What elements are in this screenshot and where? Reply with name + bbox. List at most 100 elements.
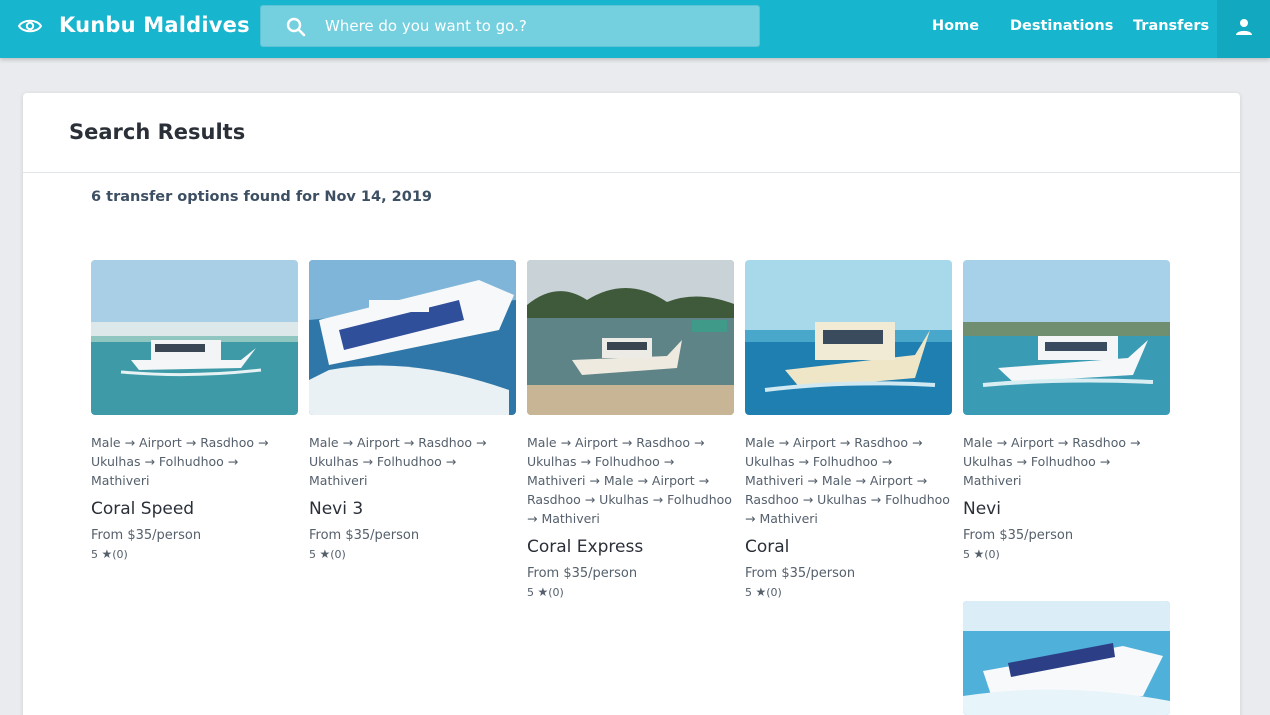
route-stop: Mathiveri	[91, 473, 150, 488]
rating: 5 ★(0)	[745, 585, 952, 599]
rating-value: 5	[527, 586, 534, 599]
nav-destinations[interactable]: Destinations	[1010, 18, 1113, 34]
rating-value: 5	[91, 548, 98, 561]
boat-name[interactable]: Nevi	[963, 499, 1170, 519]
eye-icon	[18, 19, 42, 33]
nav-transfers[interactable]: Transfers	[1133, 18, 1209, 34]
user-menu-button[interactable]	[1217, 0, 1270, 58]
arrow-right-icon: →	[1126, 435, 1141, 450]
transfer-card[interactable]	[963, 601, 1170, 715]
boat-name[interactable]: Coral Express	[527, 537, 734, 557]
arrow-right-icon: →	[527, 511, 542, 526]
transfer-card[interactable]: Male → Airport → Rasdhoo → Ukulhas → Fol…	[527, 260, 734, 599]
nav-home[interactable]: Home	[932, 18, 979, 34]
price: From $35/person	[745, 566, 856, 581]
boat-photo[interactable]	[91, 260, 298, 415]
review-count: (0)	[548, 586, 564, 599]
boat-photo[interactable]	[963, 601, 1170, 715]
rating-value: 5	[309, 548, 316, 561]
transfer-card[interactable]: Male → Airport → Rasdhoo → Ukulhas → Fol…	[91, 260, 298, 561]
route-stop: Ukulhas	[963, 454, 1013, 469]
route-stop: Folhudhoo	[885, 492, 950, 507]
route-stop: Mathiveri	[745, 473, 804, 488]
rating-value: 5	[963, 548, 970, 561]
route-stop: Folhudhoo	[812, 454, 878, 469]
route-stop: Rasdhoo	[200, 435, 254, 450]
route-stop: Ukulhas	[599, 492, 649, 507]
boat-photo[interactable]	[527, 260, 734, 415]
arrow-right-icon: →	[803, 473, 822, 488]
boat-name[interactable]: Coral	[745, 537, 952, 557]
arrow-right-icon: →	[441, 454, 457, 469]
arrow-right-icon: →	[877, 454, 893, 469]
route-stop: Mathiveri	[759, 511, 818, 526]
top-navigation-bar: Kunbu Maldives Home Destinations Transfe…	[0, 0, 1270, 58]
star-icon: ★	[319, 547, 331, 561]
star-icon: ★	[537, 585, 549, 599]
route-stop: Ukulhas	[745, 454, 795, 469]
boat-name[interactable]: Nevi 3	[309, 499, 516, 519]
arrow-right-icon: →	[690, 435, 705, 450]
review-count: (0)	[984, 548, 1000, 561]
route-stop: Folhudhoo	[158, 454, 224, 469]
route-stop: Ukulhas	[91, 454, 141, 469]
arrow-right-icon: →	[1053, 435, 1073, 450]
star-icon: ★	[755, 585, 767, 599]
search-input[interactable]	[325, 6, 745, 46]
price: From $35/person	[91, 528, 202, 543]
route-stop: Airport	[357, 435, 400, 450]
search-icon[interactable]	[285, 16, 307, 38]
arrow-right-icon: →	[1095, 454, 1111, 469]
brand-name[interactable]: Kunbu Maldives	[59, 13, 250, 37]
arrow-right-icon: →	[992, 435, 1012, 450]
panel-header: Search Results	[23, 93, 1240, 173]
boat-photo[interactable]	[309, 260, 516, 415]
route-stop: Male	[745, 435, 775, 450]
arrow-right-icon: →	[912, 473, 928, 488]
route-stop: Airport	[139, 435, 182, 450]
route-stop: Mathiveri	[963, 473, 1022, 488]
arrow-right-icon: →	[254, 435, 269, 450]
rating: 5 ★(0)	[963, 547, 1170, 561]
arrow-right-icon: →	[223, 454, 239, 469]
arrow-right-icon: →	[794, 454, 813, 469]
arrow-right-icon: →	[556, 435, 576, 450]
route-stop: Folhudhoo	[594, 454, 660, 469]
transfer-card[interactable]: Male → Airport → Rasdhoo → Ukulhas → Fol…	[309, 260, 516, 561]
route-stop: Ukulhas	[817, 492, 867, 507]
review-count: (0)	[330, 548, 346, 561]
route-stop: Airport	[575, 435, 618, 450]
route-stop: Airport	[1011, 435, 1054, 450]
route-stop: Male	[963, 435, 993, 450]
transfer-card[interactable]: Male → Airport → Rasdhoo → Ukulhas → Fol…	[963, 260, 1170, 561]
arrow-right-icon: →	[798, 492, 818, 507]
arrow-right-icon: →	[851, 473, 870, 488]
route-stop: Male	[91, 435, 121, 450]
arrow-right-icon: →	[648, 492, 668, 507]
person-icon[interactable]	[1234, 17, 1254, 37]
arrow-right-icon: →	[694, 473, 710, 488]
boat-photo[interactable]	[963, 260, 1170, 415]
arrow-right-icon: →	[120, 435, 140, 450]
transfer-card[interactable]: Male → Airport → Rasdhoo → Ukulhas → Fol…	[745, 260, 952, 599]
results-summary: 6 transfer options found for Nov 14, 201…	[91, 189, 433, 205]
arrow-right-icon: →	[585, 473, 604, 488]
boat-photo[interactable]	[745, 260, 952, 415]
price: From $35/person	[309, 528, 420, 543]
route-stop: Folhudhoo	[376, 454, 442, 469]
arrow-right-icon: →	[1012, 454, 1031, 469]
star-icon: ★	[973, 547, 985, 561]
arrow-right-icon: →	[140, 454, 159, 469]
search-bar[interactable]	[260, 5, 760, 47]
review-count: (0)	[766, 586, 782, 599]
star-icon: ★	[101, 547, 113, 561]
route-stop: Rasdhoo	[418, 435, 472, 450]
review-count: (0)	[112, 548, 128, 561]
price: From $35/person	[963, 528, 1074, 543]
arrow-right-icon: →	[617, 435, 637, 450]
arrow-right-icon: →	[866, 492, 886, 507]
route-stop: Male	[821, 473, 852, 488]
boat-name[interactable]: Coral Speed	[91, 499, 298, 519]
arrow-right-icon: →	[399, 435, 419, 450]
route-stop: Rasdhoo	[1072, 435, 1126, 450]
